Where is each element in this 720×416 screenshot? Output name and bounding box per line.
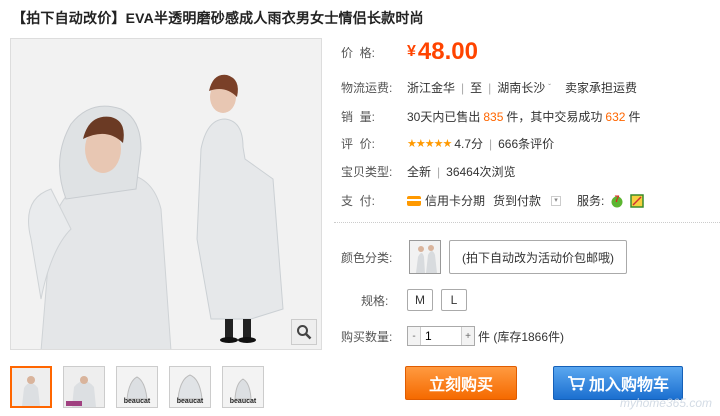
shipping-label: 物流运费: xyxy=(341,81,393,95)
type-label: 宝贝类型: xyxy=(341,165,393,179)
increase-button[interactable]: + xyxy=(462,327,474,345)
thumbnail-2[interactable] xyxy=(63,366,105,408)
raincoat-swatch xyxy=(410,241,440,273)
quantity-row: 购买数量: - + 件 (库存1866件) xyxy=(341,326,564,346)
shipping-origin: 浙江金华 xyxy=(407,81,456,95)
credit-card-icon xyxy=(407,195,421,206)
divider xyxy=(334,222,720,223)
size-option-l[interactable]: L xyxy=(441,289,467,311)
size-label: 规格: xyxy=(361,293,389,308)
thumbnail-brand-label: beaucat xyxy=(123,398,151,405)
raincoat-photo xyxy=(11,39,321,349)
sales-sold-count: 835 xyxy=(483,109,504,124)
size-option-m[interactable]: M xyxy=(407,289,433,311)
price-currency: ¥ xyxy=(407,43,416,60)
thumbnail-image xyxy=(64,367,104,407)
rating-label: 评 价: xyxy=(341,137,376,151)
zoom-button[interactable] xyxy=(291,319,317,345)
color-option-button[interactable]: (拍下自动改为活动价包邮哦) xyxy=(449,240,627,274)
add-to-cart-button[interactable]: 加入购物车 xyxy=(553,366,683,400)
shipping-fee: 卖家承担运费 xyxy=(564,81,637,95)
buy-now-button[interactable]: 立刻购买 xyxy=(405,366,517,400)
chevron-down-icon[interactable]: ˇ xyxy=(548,83,551,92)
service-label: 服务: xyxy=(577,194,605,208)
sales-row: 销 量: 30天内已售出 835 件，其中交易成功 632 件 xyxy=(341,108,640,125)
rating-stars: ★★★★★ xyxy=(407,138,452,150)
payment-cod[interactable]: 货到付款 xyxy=(493,192,541,209)
rating-reviews-link[interactable]: 666条评价 xyxy=(498,135,554,152)
type-row: 宝贝类型: 全新 | 36464次浏览 xyxy=(341,164,516,180)
payment-label: 支 付: xyxy=(341,194,376,208)
seven-day-return-icon[interactable]: 7 xyxy=(610,194,624,208)
quantity-label: 购买数量: xyxy=(341,329,393,344)
quantity-input[interactable] xyxy=(420,327,462,345)
color-row: 颜色分类: (拍下自动改为活动价包邮哦) xyxy=(341,240,627,274)
sales-success-count: 632 xyxy=(605,109,626,124)
chevron-down-icon[interactable]: ▾ xyxy=(551,195,562,206)
sales-label: 销 量: xyxy=(341,110,376,124)
sales-suffix: 件 xyxy=(628,110,641,124)
price-label: 价 格: xyxy=(341,45,376,60)
price-row: 价 格: ¥ 48.00 xyxy=(341,38,478,66)
size-row: 规格: M L xyxy=(361,289,475,311)
thumbnail-image xyxy=(12,368,50,406)
guarantee-icon[interactable] xyxy=(630,193,645,208)
product-title: 【拍下自动改价】EVA半透明磨砂感成人雨衣男女士情侣长款时尚 xyxy=(12,10,424,26)
thumbnail-brand-label: beaucat xyxy=(176,398,204,405)
thumbnail-strip: beaucat beaucat beaucat xyxy=(10,366,264,408)
thumbnail-5[interactable]: beaucat xyxy=(222,366,264,408)
shipping-destination[interactable]: 湖南长沙 xyxy=(497,79,545,96)
add-to-cart-label: 加入购物车 xyxy=(588,377,669,394)
payment-row: 支 付: 信用卡分期 货到付款 ▾ 服务: 7 xyxy=(341,192,645,209)
color-option-label: (拍下自动改为活动价包邮哦) xyxy=(462,250,614,265)
quantity-stock: 件 (库存1866件) xyxy=(478,329,565,344)
main-product-image[interactable] xyxy=(10,38,322,350)
thumbnail-4[interactable]: beaucat xyxy=(169,366,211,408)
magnifier-icon xyxy=(297,325,312,340)
payment-credit[interactable]: 信用卡分期 xyxy=(425,192,485,209)
thumbnail-3[interactable]: beaucat xyxy=(116,366,158,408)
color-swatch-image[interactable] xyxy=(409,240,441,274)
sales-prefix: 30天内已售出 xyxy=(407,110,481,124)
thumbnail-brand-label: beaucat xyxy=(229,398,257,405)
quantity-stepper: - + xyxy=(407,326,475,346)
sales-mid: 件，其中交易成功 xyxy=(506,110,603,124)
shopping-cart-icon xyxy=(567,376,585,391)
rating-row: 评 价: ★★★★★ 4.7分 | 666条评价 xyxy=(341,135,555,152)
rating-score: 4.7分 xyxy=(454,137,483,151)
shipping-row: 物流运费: 浙江金华 | 至 | 湖南长沙 ˇ 卖家承担运费 xyxy=(341,79,637,96)
type-condition: 全新 xyxy=(407,165,432,179)
thumbnail-1[interactable] xyxy=(10,366,52,408)
svg-text:7: 7 xyxy=(615,194,620,204)
shipping-to: 至 xyxy=(470,81,483,95)
color-label: 颜色分类: xyxy=(341,250,393,265)
type-views: 36464次浏览 xyxy=(446,165,516,179)
watermark-text: myhome365.com xyxy=(619,396,712,410)
decrease-button[interactable]: - xyxy=(408,327,420,345)
price-value: 48.00 xyxy=(417,38,478,65)
